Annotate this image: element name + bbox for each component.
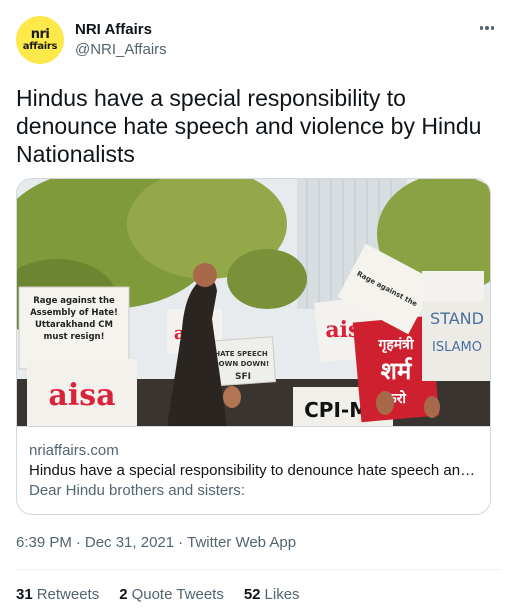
svg-text:ISLAMO: ISLAMO (432, 340, 482, 355)
svg-text:SFI: SFI (235, 372, 251, 382)
more-horizontal-icon[interactable] (475, 18, 499, 38)
likes-label: Likes (264, 586, 300, 603)
retweets-count: 31 (16, 586, 33, 603)
tweet-time[interactable]: 6:39 PM (16, 533, 72, 553)
avatar-logo-line2: affairs (22, 40, 58, 52)
link-card-description: Dear Hindu brothers and sisters: (29, 482, 245, 499)
author-names: NRI Affairs @NRI_Affairs (75, 20, 167, 60)
link-card-title: Hindus have a special responsibility to … (29, 462, 476, 479)
quotes-count: 2 (119, 586, 128, 603)
link-card-image[interactable]: Rage against the Assembly of Hate! Uttar… (17, 179, 490, 427)
tweet-text: Hindus have a special responsibility to … (16, 85, 482, 167)
aisa-sign-left: aisa (27, 359, 137, 426)
tweet-source[interactable]: Twitter Web App (187, 533, 296, 553)
svg-text:शर्म: शर्म (381, 357, 413, 385)
stand-sign: STAND ISLAMO (422, 291, 490, 381)
likes-stat[interactable]: 52 Likes (244, 585, 300, 605)
avatar[interactable]: nri affairs (16, 16, 64, 64)
quotes-label: Quote Tweets (131, 586, 224, 603)
author-handle[interactable]: @NRI_Affairs (75, 40, 167, 60)
tweet-meta: 6:39 PM · Dec 31, 2021 · Twitter Web App (16, 533, 296, 553)
svg-text:STAND: STAND (430, 309, 484, 328)
svg-text:Rage against the: Rage against the (33, 296, 115, 306)
link-card-meta: nriaffairs.com Hindus have a special res… (29, 441, 478, 501)
link-card[interactable]: Rage against the Assembly of Hate! Uttar… (16, 178, 491, 515)
author-display-name[interactable]: NRI Affairs (75, 20, 167, 40)
tweet-stats: 31 Retweets 2 Quote Tweets 52 Likes (16, 585, 320, 605)
meta-separator: · (178, 534, 184, 551)
svg-text:Assembly of Hate!: Assembly of Hate! (30, 308, 118, 318)
quote-tweets-stat[interactable]: 2 Quote Tweets (119, 585, 224, 605)
svg-text:Uttarakhand CM: Uttarakhand CM (35, 320, 113, 330)
tweet: nri affairs NRI Affairs @NRI_Affairs Hin… (0, 0, 517, 616)
svg-text:must resign!: must resign! (44, 332, 105, 342)
tweet-date[interactable]: Dec 31, 2021 (85, 533, 174, 553)
svg-text:aisa: aisa (48, 378, 115, 413)
rage-sign: Rage against the Assembly of Hate! Uttar… (18, 286, 130, 370)
avatar-logo-line1: nri (30, 26, 50, 42)
svg-text:DOWN DOWN!: DOWN DOWN! (213, 360, 269, 368)
tweet-header: nri affairs NRI Affairs @NRI_Affairs (16, 16, 501, 68)
svg-text:गृहमंत्री: गृहमंत्री (377, 336, 414, 354)
retweets-stat[interactable]: 31 Retweets (16, 585, 99, 605)
likes-count: 52 (243, 586, 261, 603)
retweets-label: Retweets (36, 586, 100, 603)
divider (16, 569, 501, 570)
svg-text:HATE SPEECH: HATE SPEECH (214, 350, 268, 358)
meta-separator: · (75, 534, 81, 551)
link-card-domain: nriaffairs.com (29, 442, 119, 459)
